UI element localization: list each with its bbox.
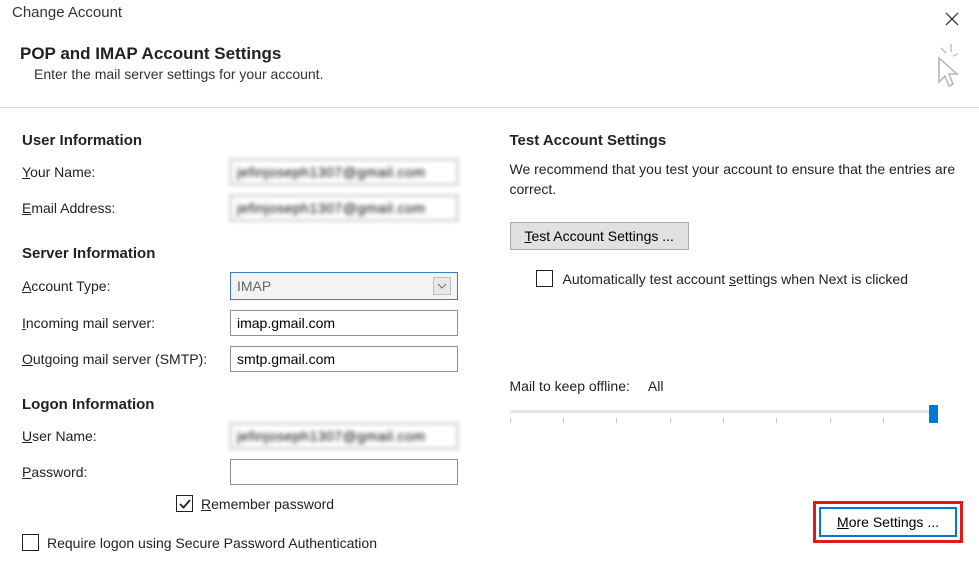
window-title: Change Account	[12, 4, 122, 21]
account-type-label: Account Type:	[22, 278, 230, 294]
more-settings-highlight: More Settings ...	[813, 501, 963, 543]
password-label: Password:	[22, 464, 230, 480]
test-account-heading: Test Account Settings	[510, 132, 958, 149]
mail-offline-slider[interactable]	[510, 404, 938, 428]
incoming-server-label: Incoming mail server:	[22, 315, 230, 331]
more-settings-button[interactable]: More Settings ...	[819, 507, 957, 537]
page-subtitle: Enter the mail server settings for your …	[20, 66, 323, 82]
spa-label: Require logon using Secure Password Auth…	[47, 535, 377, 551]
slider-thumb[interactable]	[929, 405, 938, 423]
mail-offline-value: All	[648, 378, 664, 394]
user-information-heading: User Information	[22, 132, 470, 149]
test-account-description: We recommend that you test your account …	[510, 159, 958, 200]
spa-checkbox[interactable]	[22, 534, 39, 551]
auto-test-label: Automatically test account settings when…	[563, 270, 909, 289]
incoming-server-input[interactable]	[230, 310, 458, 336]
logon-information-heading: Logon Information	[22, 396, 470, 413]
chevron-down-icon	[433, 277, 451, 295]
outgoing-server-label: Outgoing mail server (SMTP):	[22, 351, 230, 367]
account-type-select: IMAP	[230, 272, 458, 300]
page-title: POP and IMAP Account Settings	[20, 44, 323, 64]
username-input[interactable]	[230, 423, 458, 449]
check-icon	[179, 498, 191, 510]
auto-test-checkbox[interactable]	[536, 270, 553, 287]
outgoing-server-input[interactable]	[230, 346, 458, 372]
wizard-cursor-icon	[925, 44, 959, 91]
email-address-input[interactable]	[230, 195, 458, 221]
your-name-input[interactable]	[230, 159, 458, 185]
server-information-heading: Server Information	[22, 245, 470, 262]
your-name-label: Your Name:	[22, 164, 230, 180]
remember-password-label: Remember password	[201, 496, 334, 512]
email-address-label: Email Address:	[22, 200, 230, 216]
close-icon	[945, 12, 959, 26]
remember-password-checkbox[interactable]	[176, 495, 193, 512]
password-input[interactable]	[230, 459, 458, 485]
test-account-settings-button[interactable]: Test Account Settings ...	[510, 222, 689, 250]
close-button[interactable]	[937, 4, 967, 34]
mail-offline-label: Mail to keep offline:	[510, 378, 630, 394]
username-label: User Name:	[22, 428, 230, 444]
